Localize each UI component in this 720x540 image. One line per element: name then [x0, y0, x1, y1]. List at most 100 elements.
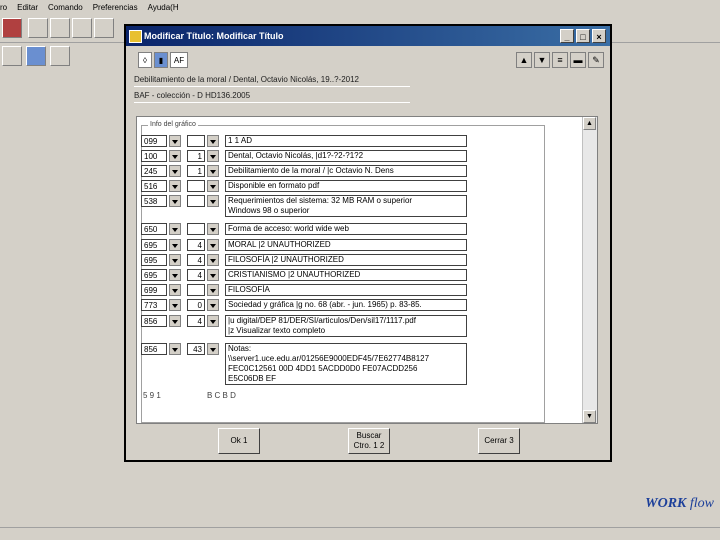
- move-down-icon[interactable]: ▼: [534, 52, 550, 68]
- field-tag[interactable]: 695: [141, 269, 167, 281]
- scroll-up-icon[interactable]: ▲: [583, 117, 596, 130]
- field-value[interactable]: Sociedad y gráfica |g no. 68 (abr. - jun…: [225, 299, 467, 311]
- field-tag[interactable]: 773: [141, 299, 167, 311]
- tag-dropdown-icon[interactable]: [169, 165, 181, 177]
- scroll-down-icon[interactable]: ▼: [583, 410, 596, 423]
- copy-icon[interactable]: [26, 46, 46, 66]
- indicator-field[interactable]: [187, 135, 205, 147]
- tag-dropdown-icon[interactable]: [169, 150, 181, 162]
- delete-field-icon[interactable]: ▬: [570, 52, 586, 68]
- indicator-dropdown-icon[interactable]: [207, 135, 219, 147]
- record-location: BAF - colección - D HD136.2005: [134, 90, 410, 103]
- indicator-dropdown-icon[interactable]: [207, 284, 219, 296]
- tag-dropdown-icon[interactable]: [169, 180, 181, 192]
- shield-icon[interactable]: ◊: [138, 52, 152, 68]
- indicator-field[interactable]: 0: [187, 299, 205, 311]
- close-button[interactable]: Cerrar 3: [478, 428, 520, 454]
- indicator-field[interactable]: [187, 180, 205, 192]
- ok-button[interactable]: Ok 1: [218, 428, 260, 454]
- field-tag[interactable]: 699: [141, 284, 167, 296]
- menu-item[interactable]: Ayuda(H: [148, 3, 179, 12]
- field-tag[interactable]: 695: [141, 239, 167, 251]
- indicator-dropdown-icon[interactable]: [207, 269, 219, 281]
- delete-icon[interactable]: [50, 46, 70, 66]
- field-value[interactable]: FILOSOFÍA |2 UNAUTHORIZED: [225, 254, 467, 266]
- logo-text: WORK: [645, 496, 687, 511]
- menu-item[interactable]: Preferencias: [93, 3, 138, 12]
- indicator-field[interactable]: 4: [187, 239, 205, 251]
- tag-dropdown-icon[interactable]: [169, 299, 181, 311]
- field-value[interactable]: MORAL |2 UNAUTHORIZED: [225, 239, 467, 251]
- move-up-icon[interactable]: ▲: [516, 52, 532, 68]
- indicator-field[interactable]: 4: [187, 269, 205, 281]
- field-tag[interactable]: 856: [141, 343, 167, 355]
- tag-dropdown-icon[interactable]: [169, 269, 181, 281]
- field-value[interactable]: CRISTIANISMO |2 UNAUTHORIZED: [225, 269, 467, 281]
- field-tag[interactable]: 516: [141, 180, 167, 192]
- tag-dropdown-icon[interactable]: [169, 239, 181, 251]
- record-icon[interactable]: ▮: [154, 52, 168, 68]
- tag-dropdown-icon[interactable]: [169, 223, 181, 235]
- field-value[interactable]: Requerimientos del sistema: 32 MB RAM o …: [225, 195, 467, 217]
- field-tag[interactable]: 856: [141, 315, 167, 327]
- field-value[interactable]: Disponible en formato pdf: [225, 180, 467, 192]
- field-value[interactable]: Forma de acceso: world wide web: [225, 223, 467, 235]
- indicator-dropdown-icon[interactable]: [207, 165, 219, 177]
- menu-bar: ro Editar Comando Preferencias Ayuda(H: [0, 0, 720, 14]
- indicator-dropdown-icon[interactable]: [207, 299, 219, 311]
- tag-dropdown-icon[interactable]: [169, 254, 181, 266]
- authority-icon[interactable]: AF: [170, 52, 188, 68]
- field-value[interactable]: Debilitamiento de la moral / |c Octavio …: [225, 165, 467, 177]
- indicator-field[interactable]: 43: [187, 343, 205, 355]
- menu-item[interactable]: ro: [0, 3, 7, 12]
- field-value[interactable]: Dental, Octavio Nicolás, |d1?-?2-?1?2: [225, 150, 467, 162]
- tag-dropdown-icon[interactable]: [169, 315, 181, 327]
- close-icon[interactable]: ×: [592, 29, 606, 43]
- menu-item[interactable]: Comando: [48, 3, 83, 12]
- indicator-dropdown-icon[interactable]: [207, 254, 219, 266]
- indicator-field[interactable]: 1: [187, 150, 205, 162]
- indicator-dropdown-icon[interactable]: [207, 180, 219, 192]
- indicator-dropdown-icon[interactable]: [207, 315, 219, 327]
- tag-dropdown-icon[interactable]: [169, 135, 181, 147]
- workflow-logo: WORK flow: [645, 496, 714, 512]
- minimize-icon[interactable]: _: [560, 29, 574, 43]
- indicator-field[interactable]: [187, 195, 205, 207]
- field-tag[interactable]: 650: [141, 223, 167, 235]
- open-book-icon[interactable]: [28, 18, 48, 38]
- field-tag[interactable]: 245: [141, 165, 167, 177]
- field-tag[interactable]: 538: [141, 195, 167, 207]
- books-icon[interactable]: [2, 18, 22, 38]
- tag-dropdown-icon[interactable]: [169, 195, 181, 207]
- field-tag[interactable]: 695: [141, 254, 167, 266]
- indicator-field[interactable]: 1: [187, 165, 205, 177]
- indicator-field[interactable]: 4: [187, 254, 205, 266]
- new-icon[interactable]: [2, 46, 22, 66]
- shield-icon[interactable]: [50, 18, 70, 38]
- insert-field-icon[interactable]: ≡: [552, 52, 568, 68]
- indicator-dropdown-icon[interactable]: [207, 239, 219, 251]
- field-value[interactable]: Notas: \\server1.uce.edu.ar/01256E9000ED…: [225, 343, 467, 385]
- maximize-icon[interactable]: □: [576, 29, 590, 43]
- indicator-field[interactable]: 4: [187, 315, 205, 327]
- field-value[interactable]: 1 1 AD: [225, 135, 467, 147]
- indicator-dropdown-icon[interactable]: [207, 223, 219, 235]
- field-tag[interactable]: 100: [141, 150, 167, 162]
- indicator-dropdown-icon[interactable]: [207, 195, 219, 207]
- indicator-field[interactable]: [187, 223, 205, 235]
- pencil-icon[interactable]: [94, 18, 114, 38]
- tag-dropdown-icon[interactable]: [169, 343, 181, 355]
- vertical-scrollbar[interactable]: ▲ ▼: [582, 117, 597, 423]
- indicator-dropdown-icon[interactable]: [207, 343, 219, 355]
- fields-panel: Info del gráfico ▲ ▼ 099 1 1 AD 100 1 De…: [136, 116, 598, 424]
- menu-item[interactable]: Editar: [17, 3, 38, 12]
- indicator-field[interactable]: [187, 284, 205, 296]
- indicator-dropdown-icon[interactable]: [207, 150, 219, 162]
- field-tag[interactable]: 099: [141, 135, 167, 147]
- field-value[interactable]: FILOSOFÍA: [225, 284, 467, 296]
- tag-dropdown-icon[interactable]: [169, 284, 181, 296]
- document-icon[interactable]: [72, 18, 92, 38]
- search-button[interactable]: Buscar Ctro. 1 2: [348, 428, 390, 454]
- eraser-icon[interactable]: ✎: [588, 52, 604, 68]
- field-value[interactable]: |u digital/DEP 81/DER/SI/articulos/Den/s…: [225, 315, 467, 337]
